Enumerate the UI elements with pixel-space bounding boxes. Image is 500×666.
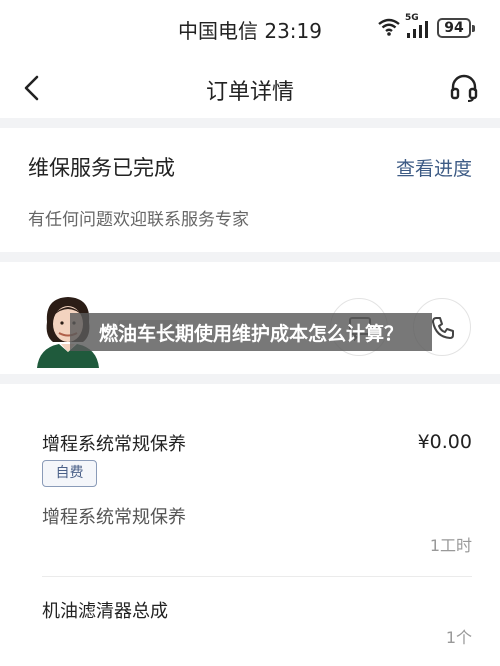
overlay-text: 燃油车长期使用维护成本怎么计算？ (98, 323, 403, 345)
service-item-price: ¥0.00 (417, 431, 472, 453)
service-item-quantity: 1工时 (429, 536, 472, 555)
order-status-subtitle: 有任何问题欢迎联系服务专家 (28, 210, 249, 230)
wifi-icon (378, 18, 400, 36)
battery-indicator: 94 (437, 18, 475, 38)
page-title: 订单详情 (205, 80, 294, 105)
payment-type-tag: 自费 (42, 460, 97, 487)
part-item-name: 机油滤清器总成 (42, 601, 168, 622)
signal-icon (407, 21, 428, 38)
overlay-banner: 燃油车长期使用维护成本怎么计算？ (70, 313, 432, 351)
view-progress-link[interactable]: 查看进度 (396, 154, 472, 181)
service-item-name: 增程系统常规保养 (42, 434, 186, 455)
order-status-title: 维保服务已完成 (28, 156, 175, 180)
service-item-description: 增程系统常规保养 (42, 507, 186, 528)
status-bar: 中国电信 23:19 5G 94 (0, 0, 500, 58)
divider (42, 576, 472, 577)
nav-bar: 订单详情 (0, 58, 500, 118)
phone-icon (432, 317, 454, 339)
headset-icon[interactable] (448, 72, 480, 104)
part-item-quantity: 1个 (445, 628, 472, 647)
service-items-card: 增程系统常规保养 ¥0.00 自费 增程系统常规保养 1工时 机油滤清器总成 1… (0, 384, 500, 666)
order-status-card: 维保服务已完成 查看进度 有任何问题欢迎联系服务专家 (0, 128, 500, 252)
